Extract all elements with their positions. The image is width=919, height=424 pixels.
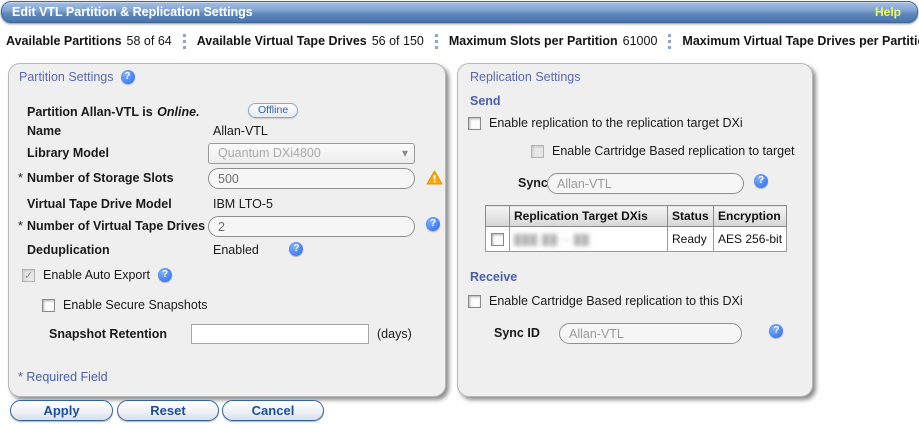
- page-title: Edit VTL Partition & Replication Setting…: [12, 2, 253, 23]
- replication-settings-heading: Replication Settings: [470, 70, 580, 84]
- stats-divider: [668, 34, 671, 49]
- enable-cartridge-target-checkbox: [531, 145, 544, 158]
- num-drives-input[interactable]: [208, 216, 415, 237]
- apply-button[interactable]: Apply: [10, 400, 113, 421]
- drive-model-value: IBM LTO-5: [213, 197, 273, 211]
- auto-export-help-icon[interactable]: [158, 268, 172, 282]
- enable-replication-checkbox[interactable]: [468, 117, 481, 130]
- status-column-header: Status: [668, 206, 714, 227]
- deduplication-label: Deduplication: [27, 243, 110, 257]
- receive-section-heading: Receive: [470, 270, 517, 284]
- stat-max-slots: Maximum Slots per Partition 61000: [449, 34, 658, 48]
- num-drives-label: Number of Virtual Tape Drives: [27, 219, 205, 233]
- snapshot-retention-input[interactable]: [191, 324, 369, 344]
- title-bar: Edit VTL Partition & Replication Setting…: [1, 1, 918, 23]
- stats-divider: [183, 34, 186, 49]
- partition-status-value: Online.: [157, 105, 199, 119]
- auto-export-checkbox: [22, 269, 35, 282]
- target-address-redacted: ███ ██ ─ ██: [514, 235, 590, 246]
- reset-button[interactable]: Reset: [117, 400, 219, 421]
- enable-replication-label: Enable replication to the replication ta…: [489, 116, 743, 130]
- required-field-note: * Required Field: [18, 370, 108, 384]
- receive-sync-id-input: [559, 323, 742, 344]
- auto-export-label: Enable Auto Export: [43, 268, 150, 282]
- enable-cartridge-receive-row: Enable Cartridge Based replication to th…: [468, 294, 743, 308]
- table-row: ███ ██ ─ ██ Ready AES 256-bit: [486, 227, 787, 252]
- required-marker: *: [18, 171, 23, 185]
- enable-cartridge-receive-label: Enable Cartridge Based replication to th…: [489, 294, 743, 308]
- enable-replication-row: Enable replication to the replication ta…: [468, 116, 743, 130]
- cancel-button[interactable]: Cancel: [222, 400, 324, 421]
- deduplication-help-icon[interactable]: [289, 242, 303, 256]
- storage-slots-label: Number of Storage Slots: [27, 171, 174, 185]
- stats-bar: Available Partitions 58 of 64 Available …: [6, 31, 919, 51]
- days-suffix: (days): [377, 327, 412, 341]
- enable-cartridge-receive-checkbox[interactable]: [468, 295, 481, 308]
- name-value: Allan-VTL: [213, 124, 268, 138]
- stat-available-partitions: Available Partitions 58 of 64: [6, 34, 172, 48]
- target-column-header: Replication Target DXis: [510, 206, 668, 227]
- secure-snapshots-row: Enable Secure Snapshots: [42, 298, 208, 312]
- library-model-select: Quantum DXi4800 ▾: [208, 143, 415, 164]
- stat-max-drives: Maximum Virtual Tape Drives per Partitio…: [682, 34, 919, 48]
- select-column-header: [486, 206, 510, 227]
- library-model-label: Library Model: [27, 146, 109, 160]
- partition-status-line: Partition Allan-VTL is Online.: [27, 103, 200, 121]
- auto-export-row: Enable Auto Export: [22, 268, 172, 282]
- name-label: Name: [27, 124, 61, 138]
- target-status: Ready: [668, 227, 714, 252]
- receive-sync-id-help-icon[interactable]: [769, 324, 783, 338]
- target-row-checkbox[interactable]: [491, 233, 504, 246]
- stat-available-drives: Available Virtual Tape Drives 56 of 150: [197, 34, 424, 48]
- enable-cartridge-target-row: Enable Cartridge Based replication to ta…: [531, 144, 795, 158]
- secure-snapshots-checkbox[interactable]: [42, 299, 55, 312]
- partition-settings-heading: Partition Settings: [19, 70, 135, 84]
- receive-sync-id-label: Sync ID: [494, 326, 540, 340]
- help-link[interactable]: Help: [875, 2, 901, 23]
- chevron-down-icon: ▾: [402, 144, 408, 162]
- required-marker: *: [18, 219, 23, 233]
- snapshot-retention-label: Snapshot Retention: [49, 327, 167, 341]
- replication-targets-table: Replication Target DXis Status Encryptio…: [485, 205, 787, 252]
- stats-divider: [435, 34, 438, 49]
- offline-button[interactable]: Offline: [248, 103, 298, 118]
- secure-snapshots-label: Enable Secure Snapshots: [63, 298, 208, 312]
- encryption-column-header: Encryption: [714, 206, 787, 227]
- edit-vtl-partition-page: Edit VTL Partition & Replication Setting…: [0, 0, 919, 424]
- partition-settings-help-icon[interactable]: [121, 70, 135, 84]
- storage-slots-input[interactable]: [208, 168, 415, 189]
- send-sync-id-input: [547, 173, 744, 194]
- send-sync-id-help-icon[interactable]: [754, 174, 768, 188]
- replication-settings-panel: Replication Settings Send Enable replica…: [457, 63, 813, 397]
- num-drives-help-icon[interactable]: [426, 217, 440, 231]
- partition-settings-panel: Partition Settings Partition Allan-VTL i…: [8, 63, 446, 397]
- warning-icon: [426, 170, 443, 185]
- target-encryption: AES 256-bit: [714, 227, 787, 252]
- drive-model-label: Virtual Tape Drive Model: [27, 197, 172, 211]
- send-section-heading: Send: [470, 94, 501, 108]
- table-header-row: Replication Target DXis Status Encryptio…: [486, 206, 787, 227]
- enable-cartridge-target-label: Enable Cartridge Based replication to ta…: [552, 144, 795, 158]
- deduplication-value: Enabled: [213, 243, 259, 257]
